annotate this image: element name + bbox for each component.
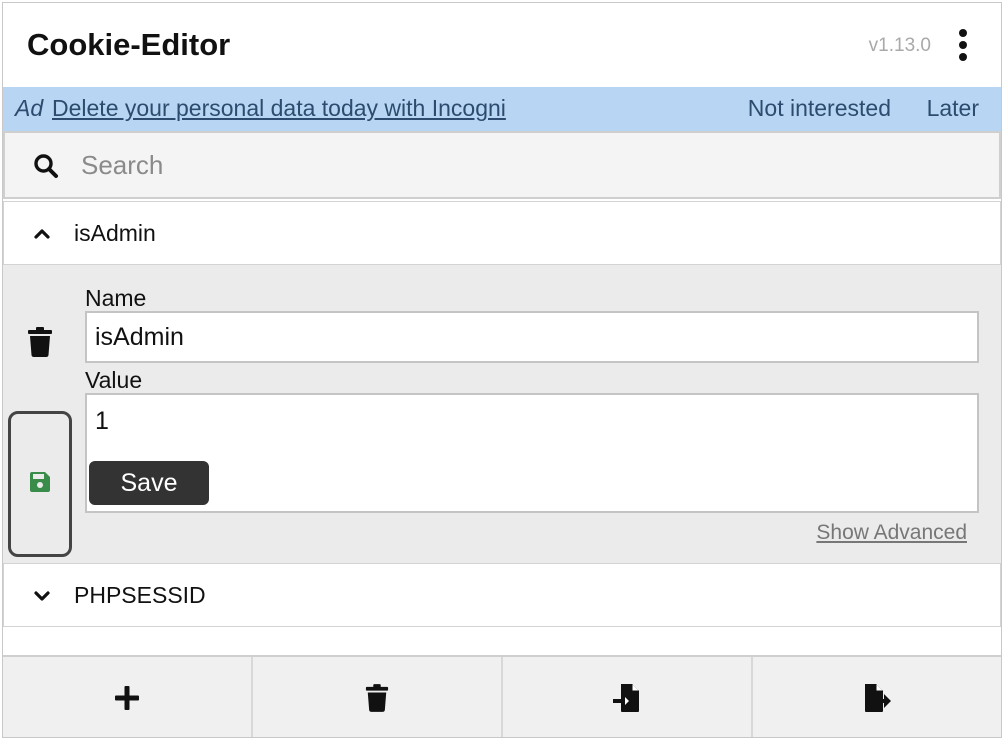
ad-link[interactable]: Delete your personal data today with Inc… xyxy=(52,95,506,122)
show-advanced-link[interactable]: Show Advanced xyxy=(816,521,967,545)
cookie-editor-panel: Name isAdmin Value 1 Save Show Advanced xyxy=(3,265,1001,563)
add-cookie-button[interactable] xyxy=(3,657,253,737)
trash-icon xyxy=(365,684,389,712)
save-cookie-icon-button[interactable] xyxy=(8,411,72,557)
header: Cookie-Editor v1.13.0 xyxy=(3,3,1001,87)
cookie-row-phpsessid[interactable]: PHPSESSID xyxy=(3,563,1001,627)
export-icon xyxy=(865,684,891,712)
export-button[interactable] xyxy=(753,657,1001,737)
save-button[interactable]: Save xyxy=(89,461,209,505)
not-interested-button[interactable]: Not interested xyxy=(748,95,891,122)
floppy-disk-icon xyxy=(30,472,50,492)
add-icon xyxy=(115,686,139,710)
name-label: Name xyxy=(85,285,147,311)
search-input[interactable] xyxy=(81,145,961,185)
delete-cookie-icon[interactable] xyxy=(27,327,53,357)
delete-all-button[interactable] xyxy=(253,657,503,737)
later-button[interactable]: Later xyxy=(927,95,979,122)
footer-toolbar xyxy=(3,655,1001,737)
search-icon xyxy=(34,154,58,178)
version-label: v1.13.0 xyxy=(868,35,931,56)
cookie-row-isadmin[interactable]: isAdmin xyxy=(3,201,1001,265)
import-icon xyxy=(613,684,639,712)
chevron-down-icon xyxy=(34,591,50,601)
value-text: 1 xyxy=(95,407,109,435)
kebab-menu-icon[interactable] xyxy=(957,29,969,61)
import-button[interactable] xyxy=(503,657,753,737)
ad-banner: Ad Delete your personal data today with … xyxy=(3,87,1001,131)
cookie-name-label: isAdmin xyxy=(74,220,156,246)
ad-tag: Ad xyxy=(15,95,44,121)
search-bar xyxy=(3,131,1001,199)
chevron-up-icon xyxy=(34,229,50,239)
value-label: Value xyxy=(85,367,143,393)
value-field[interactable]: 1 Save xyxy=(85,393,979,513)
cookie-name-label: PHPSESSID xyxy=(74,582,206,608)
cookie-editor-window: Cookie-Editor v1.13.0 Ad Delete your per… xyxy=(2,2,1002,738)
app-title: Cookie-Editor xyxy=(27,27,231,62)
name-field[interactable]: isAdmin xyxy=(85,311,979,363)
